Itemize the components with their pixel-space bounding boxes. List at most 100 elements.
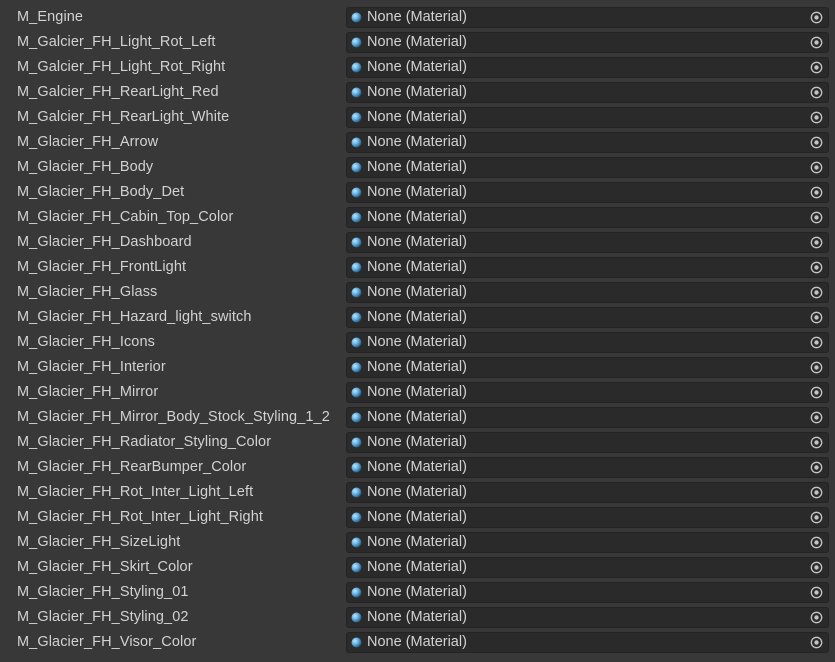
material-object-field[interactable]: None (Material) xyxy=(346,232,829,253)
material-slot-label: M_Glacier_FH_FrontLight xyxy=(17,259,187,275)
material-field-value: None (Material) xyxy=(367,359,467,375)
material-row: M_Glacier_FH_Arrow None (Material) xyxy=(0,130,835,155)
material-field-value: None (Material) xyxy=(367,259,467,275)
material-object-field[interactable]: None (Material) xyxy=(346,82,829,103)
material-object-field[interactable]: None (Material) xyxy=(346,257,829,278)
object-picker-icon[interactable] xyxy=(810,36,823,49)
material-slot-label: M_Galcier_FH_RearLight_White xyxy=(17,109,230,125)
object-picker-icon[interactable] xyxy=(810,311,823,324)
material-slot-label: M_Glacier_FH_Body_Det xyxy=(17,184,185,200)
object-picker-icon[interactable] xyxy=(810,611,823,624)
object-picker-icon[interactable] xyxy=(810,136,823,149)
object-picker-icon[interactable] xyxy=(810,286,823,299)
object-picker-icon[interactable] xyxy=(810,236,823,249)
material-slot-label: M_Glacier_FH_Mirror xyxy=(17,384,159,400)
material-object-field[interactable]: None (Material) xyxy=(346,207,829,228)
material-sphere-icon xyxy=(351,287,362,298)
material-row: M_Glacier_FH_Rot_Inter_Light_Right None … xyxy=(0,505,835,530)
object-picker-icon[interactable] xyxy=(810,361,823,374)
material-object-field[interactable]: None (Material) xyxy=(346,407,829,428)
material-object-field[interactable]: None (Material) xyxy=(346,457,829,478)
material-object-field[interactable]: None (Material) xyxy=(346,382,829,403)
material-sphere-icon xyxy=(351,12,362,23)
material-object-field[interactable]: None (Material) xyxy=(346,532,829,553)
material-row: M_Glacier_FH_Cabin_Top_Color None (Mater… xyxy=(0,205,835,230)
material-row: M_Glacier_FH_Skirt_Color None (Material) xyxy=(0,555,835,580)
material-row: M_Glacier_FH_Rot_Inter_Light_Left None (… xyxy=(0,480,835,505)
material-sphere-icon xyxy=(351,87,362,98)
object-picker-icon[interactable] xyxy=(810,561,823,574)
material-slot-label: M_Glacier_FH_SizeLight xyxy=(17,534,181,550)
material-field-value: None (Material) xyxy=(367,184,467,200)
object-picker-icon[interactable] xyxy=(810,11,823,24)
object-picker-icon[interactable] xyxy=(810,161,823,174)
object-picker-icon[interactable] xyxy=(810,111,823,124)
material-sphere-icon xyxy=(351,112,362,123)
material-slot-label: M_Glacier_FH_Body xyxy=(17,159,154,175)
material-field-value: None (Material) xyxy=(367,109,467,125)
material-sphere-icon xyxy=(351,487,362,498)
material-object-field[interactable]: None (Material) xyxy=(346,332,829,353)
object-picker-icon[interactable] xyxy=(810,261,823,274)
object-picker-icon[interactable] xyxy=(810,411,823,424)
material-object-field[interactable]: None (Material) xyxy=(346,32,829,53)
object-picker-icon[interactable] xyxy=(810,211,823,224)
material-object-field[interactable]: None (Material) xyxy=(346,607,829,628)
material-object-field[interactable]: None (Material) xyxy=(346,357,829,378)
material-row: M_Glacier_FH_Body_Det None (Material) xyxy=(0,180,835,205)
material-object-field[interactable]: None (Material) xyxy=(346,107,829,128)
material-object-field[interactable]: None (Material) xyxy=(346,307,829,328)
material-row: M_Glacier_FH_Hazard_light_switch None (M… xyxy=(0,305,835,330)
material-sphere-icon xyxy=(351,612,362,623)
material-slot-label: M_Engine xyxy=(17,9,84,25)
material-field-value: None (Material) xyxy=(367,309,467,325)
material-row: M_Galcier_FH_Light_Rot_Right None (Mater… xyxy=(0,55,835,80)
material-row: M_Glacier_FH_Visor_Color None (Material) xyxy=(0,630,835,655)
material-row: M_Glacier_FH_Dashboard None (Material) xyxy=(0,230,835,255)
material-row: M_Galcier_FH_Light_Rot_Left None (Materi… xyxy=(0,30,835,55)
object-picker-icon[interactable] xyxy=(810,386,823,399)
object-picker-icon[interactable] xyxy=(810,461,823,474)
material-sphere-icon xyxy=(351,262,362,273)
object-picker-icon[interactable] xyxy=(810,336,823,349)
object-picker-icon[interactable] xyxy=(810,436,823,449)
material-field-value: None (Material) xyxy=(367,84,467,100)
material-object-field[interactable]: None (Material) xyxy=(346,282,829,303)
material-slot-label: M_Glacier_FH_Rot_Inter_Light_Right xyxy=(17,509,263,525)
object-picker-icon[interactable] xyxy=(810,586,823,599)
material-slot-label: M_Glacier_FH_Rot_Inter_Light_Left xyxy=(17,484,254,500)
object-picker-icon[interactable] xyxy=(810,486,823,499)
object-picker-icon[interactable] xyxy=(810,86,823,99)
material-object-field[interactable]: None (Material) xyxy=(346,582,829,603)
material-row: M_Engine None (Material) xyxy=(0,5,835,30)
material-object-field[interactable]: None (Material) xyxy=(346,157,829,178)
material-object-field[interactable]: None (Material) xyxy=(346,7,829,28)
object-picker-icon[interactable] xyxy=(810,636,823,649)
material-field-value: None (Material) xyxy=(367,459,467,475)
material-field-value: None (Material) xyxy=(367,34,467,50)
material-row: M_Galcier_FH_RearLight_White None (Mater… xyxy=(0,105,835,130)
material-row: M_Glacier_FH_Interior None (Material) xyxy=(0,355,835,380)
object-picker-icon[interactable] xyxy=(810,511,823,524)
object-picker-icon[interactable] xyxy=(810,61,823,74)
material-object-field[interactable]: None (Material) xyxy=(346,557,829,578)
material-object-field[interactable]: None (Material) xyxy=(346,132,829,153)
material-sphere-icon xyxy=(351,37,362,48)
material-field-value: None (Material) xyxy=(367,9,467,25)
object-picker-icon[interactable] xyxy=(810,536,823,549)
material-row: M_Glacier_FH_Styling_02 None (Material) xyxy=(0,605,835,630)
material-sphere-icon xyxy=(351,412,362,423)
object-picker-icon[interactable] xyxy=(810,186,823,199)
material-row: M_Glacier_FH_Body None (Material) xyxy=(0,155,835,180)
material-object-field[interactable]: None (Material) xyxy=(346,182,829,203)
material-row: M_Glacier_FH_Styling_01 None (Material) xyxy=(0,580,835,605)
material-row: M_Glacier_FH_FrontLight None (Material) xyxy=(0,255,835,280)
material-object-field[interactable]: None (Material) xyxy=(346,482,829,503)
material-object-field[interactable]: None (Material) xyxy=(346,57,829,78)
material-object-field[interactable]: None (Material) xyxy=(346,632,829,653)
material-field-value: None (Material) xyxy=(367,559,467,575)
material-object-field[interactable]: None (Material) xyxy=(346,432,829,453)
material-slot-label: M_Glacier_FH_Styling_01 xyxy=(17,584,189,600)
material-slot-label: M_Glacier_FH_Hazard_light_switch xyxy=(17,309,252,325)
material-object-field[interactable]: None (Material) xyxy=(346,507,829,528)
